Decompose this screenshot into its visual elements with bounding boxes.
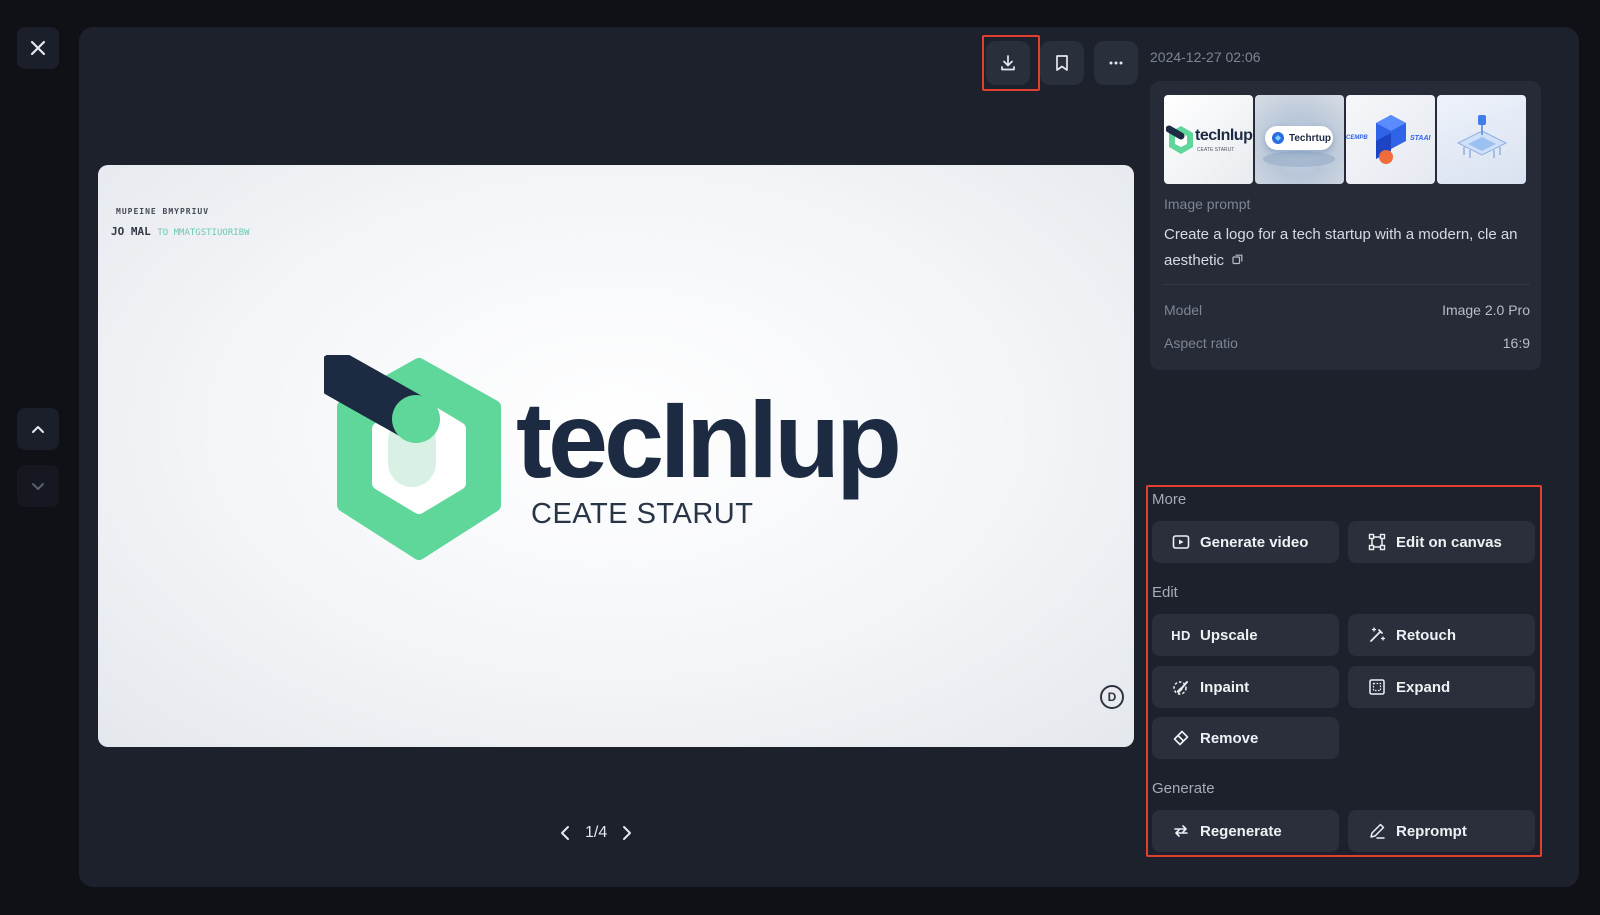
thumbnail-3-label-right: STAAI bbox=[1410, 135, 1431, 142]
expand-icon bbox=[1368, 678, 1386, 696]
inpaint-label: Inpaint bbox=[1200, 678, 1250, 696]
remove-button[interactable]: Remove bbox=[1152, 717, 1339, 759]
pager-next-button[interactable] bbox=[621, 825, 633, 841]
logo-mark-icon bbox=[324, 355, 501, 560]
canvas-icon bbox=[1368, 533, 1386, 551]
thumbnail-2-logo-icon bbox=[1272, 132, 1284, 144]
inpaint-brush-icon bbox=[1172, 678, 1190, 696]
thumbnail-3-label-left: CEMPB bbox=[1346, 135, 1368, 141]
expand-label: Expand bbox=[1396, 678, 1451, 696]
eraser-icon bbox=[1172, 729, 1190, 747]
regenerate-label: Regenerate bbox=[1200, 822, 1282, 840]
thumbnail-3[interactable]: CEMPB STAAI bbox=[1346, 95, 1435, 184]
thumbnail-1-label: tecInlup bbox=[1195, 127, 1253, 144]
image-small-text-2: JO MAL TO MMATGSTIUORIBW bbox=[111, 225, 250, 238]
edit-section-label: Edit bbox=[1152, 584, 1178, 601]
generate-section-label: Generate bbox=[1152, 780, 1215, 797]
image-small-text-1: MUPEINE BMYPRIUV bbox=[116, 207, 210, 216]
watermark-icon: D bbox=[1100, 685, 1124, 709]
thumbnail-1-sublabel: CEATE STARUT bbox=[1197, 147, 1235, 153]
image-prompt-label: Image prompt bbox=[1164, 196, 1251, 212]
upscale-button[interactable]: HD Upscale bbox=[1152, 614, 1339, 656]
thumbnail-logo-mark-icon bbox=[1166, 125, 1193, 154]
aspect-ratio-value: 16:9 bbox=[1502, 335, 1530, 351]
chevron-down-icon bbox=[32, 483, 44, 490]
reprompt-label: Reprompt bbox=[1396, 822, 1467, 840]
edit-on-canvas-label: Edit on canvas bbox=[1396, 533, 1502, 551]
remove-label: Remove bbox=[1200, 729, 1259, 747]
aspect-ratio-row: Aspect ratio 16:9 bbox=[1164, 335, 1530, 351]
aspect-ratio-label: Aspect ratio bbox=[1164, 335, 1238, 351]
expand-button[interactable]: Expand bbox=[1348, 666, 1535, 708]
model-label: Model bbox=[1164, 302, 1203, 318]
model-value: Image 2.0 Pro bbox=[1442, 302, 1530, 318]
more-options-button[interactable] bbox=[1094, 41, 1138, 85]
more-horizontal-icon bbox=[1109, 61, 1123, 65]
logo-subtitle: CEATE STARUT bbox=[531, 498, 754, 530]
image-small-text-2b: TO MMATGSTIUORIBW bbox=[157, 228, 250, 238]
more-section-label: More bbox=[1152, 491, 1187, 508]
video-icon bbox=[1172, 533, 1190, 551]
download-highlight bbox=[982, 35, 1040, 91]
logo-artwork: tecInlup CEATE STARUT bbox=[324, 355, 924, 565]
chevron-left-icon bbox=[561, 826, 569, 840]
image-small-text-2a: JO MAL bbox=[111, 225, 151, 238]
next-image-button[interactable] bbox=[17, 465, 59, 507]
copy-icon[interactable] bbox=[1232, 254, 1243, 265]
logo-wordmark: tecInlup bbox=[516, 379, 902, 500]
pencil-icon bbox=[1368, 822, 1386, 840]
bookmark-button[interactable] bbox=[1040, 41, 1084, 85]
model-row: Model Image 2.0 Pro bbox=[1164, 302, 1530, 318]
upscale-label: Upscale bbox=[1200, 626, 1258, 644]
retouch-label: Retouch bbox=[1396, 626, 1456, 644]
thumbnail-2-label: Techrtup bbox=[1289, 132, 1332, 144]
timestamp: 2024-12-27 02:06 bbox=[1150, 49, 1261, 65]
hd-icon: HD bbox=[1171, 627, 1191, 643]
thumbnail-4[interactable] bbox=[1437, 95, 1526, 184]
edit-on-canvas-button[interactable]: Edit on canvas bbox=[1348, 521, 1535, 563]
image-pager: 1/4 bbox=[559, 824, 633, 842]
close-icon bbox=[30, 40, 46, 56]
chevron-up-icon bbox=[32, 426, 44, 433]
generated-image-preview[interactable]: MUPEINE BMYPRIUV JO MAL TO MMATGSTIUORIB… bbox=[98, 165, 1134, 747]
reprompt-button[interactable]: Reprompt bbox=[1348, 810, 1535, 852]
tools-section: More Generate video Edit on canvas Edit … bbox=[1146, 485, 1542, 857]
generate-video-button[interactable]: Generate video bbox=[1152, 521, 1339, 563]
regenerate-icon bbox=[1172, 822, 1190, 840]
chevron-right-icon bbox=[623, 826, 632, 840]
thumbnail-3-cube-icon bbox=[1376, 115, 1406, 164]
retouch-button[interactable]: Retouch bbox=[1348, 614, 1535, 656]
close-button[interactable] bbox=[17, 27, 59, 69]
regenerate-button[interactable]: Regenerate bbox=[1152, 810, 1339, 852]
image-prompt-value: Create a logo for a tech startup with a … bbox=[1164, 226, 1518, 269]
thumbnail-1[interactable]: tecInlup CEATE STARUT bbox=[1164, 95, 1253, 184]
bookmark-icon bbox=[1056, 55, 1068, 71]
previous-image-button[interactable] bbox=[17, 408, 59, 450]
inpaint-button[interactable]: Inpaint bbox=[1152, 666, 1339, 708]
generate-video-label: Generate video bbox=[1200, 533, 1309, 551]
pager-label: 1/4 bbox=[585, 824, 608, 841]
image-prompt-text[interactable]: Create a logo for a tech startup with a … bbox=[1164, 222, 1530, 274]
pager-prev-button[interactable] bbox=[559, 825, 571, 841]
thumbnail-4-chip-icon bbox=[1456, 115, 1508, 158]
thumbnail-2[interactable]: Techrtup bbox=[1255, 95, 1344, 184]
image-detail-panel: MUPEINE BMYPRIUV JO MAL TO MMATGSTIUORIB… bbox=[79, 27, 1579, 887]
magic-wand-icon bbox=[1368, 626, 1386, 644]
info-divider bbox=[1164, 284, 1530, 285]
thumbnail-strip: tecInlup CEATE STARUT Techrtup CEMPB STA… bbox=[1164, 95, 1526, 184]
image-info-card: tecInlup CEATE STARUT Techrtup CEMPB STA… bbox=[1150, 81, 1541, 370]
